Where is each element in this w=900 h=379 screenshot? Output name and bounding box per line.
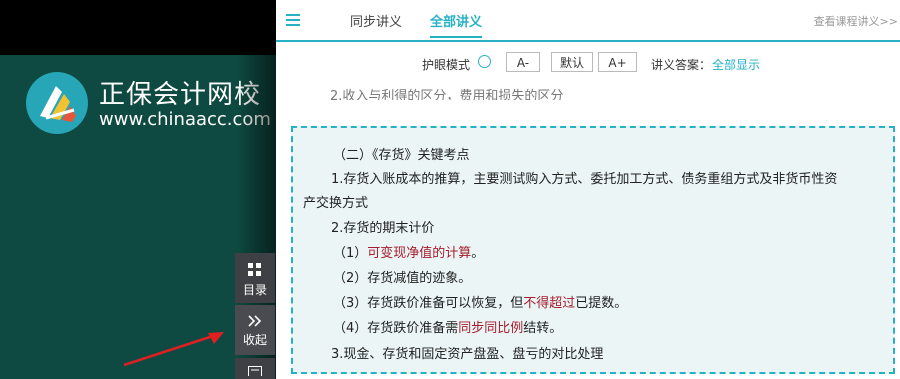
video-area: 正保会计网校 www.chinaacc.com 目录 收起: [0, 0, 276, 379]
red-arrow-annotation: [123, 332, 224, 367]
reading-toolbar: 护眼模式 A- 默认 A+ 讲义答案： 全部显示: [276, 51, 900, 75]
font-smaller-button[interactable]: A-: [506, 52, 540, 72]
panel-icon: [248, 366, 262, 376]
notes-item-1: 1.存货入账成本的推算，主要测试购入方式、委托加工方式、债务重组方式及非货币性资: [331, 172, 838, 187]
collapse-label: 收起: [242, 333, 267, 347]
toc-label: 目录: [242, 283, 267, 297]
emphasis-text: 同步同比例: [458, 321, 524, 336]
menu-icon[interactable]: [286, 14, 300, 26]
notes-sub-3: （3）存货跌价准备可以恢复，但不得超过已提数。: [333, 296, 628, 311]
lecture-notes-panel: 同步讲义 全部讲义 查看课程讲义>> 护眼模式 A- 默认 A+ 讲义答案： 全…: [276, 0, 900, 379]
answer-label: 讲义答案：: [651, 58, 712, 72]
tab-sync-notes[interactable]: 同步讲义: [350, 11, 402, 30]
notes-button[interactable]: [235, 358, 275, 379]
eye-mode-label: 护眼模式: [422, 58, 471, 72]
notes-item-2: 2.存货的期末计价: [331, 221, 435, 236]
eye-mode-toggle[interactable]: [478, 55, 491, 68]
partial-text: 2.收入与利得的区分，费用和损失的区分: [330, 89, 564, 100]
view-course-notes-link[interactable]: 查看课程讲义>>: [814, 13, 898, 29]
notes-sub-4: （4）存货跌价准备需同步同比例结转。: [333, 321, 563, 336]
notes-item-3: 3.现金、存货和固定资产盘盈、盘亏的对比处理: [331, 347, 604, 362]
brand-logo-icon: [26, 72, 88, 134]
notes-heading: （二）《存货》关键考点: [333, 148, 470, 163]
emphasis-text: 可变现净值的计算: [367, 246, 472, 261]
double-chevron-right-icon: [248, 315, 262, 327]
notes-sub-2: （2）存货减值的迹象。: [333, 271, 472, 286]
tab-all-notes[interactable]: 全部讲义: [430, 11, 483, 38]
notes-item-1-cont: 产交换方式: [303, 196, 369, 211]
video-top-bar: [0, 0, 276, 55]
grid-icon: [248, 263, 261, 276]
notes-sub-1: （1）可变现净值的计算。: [333, 246, 485, 261]
key-points-box: （二）《存货》关键考点 1.存货入账成本的推算，主要测试购入方式、委托加工方式、…: [291, 126, 895, 374]
show-all-answers-link[interactable]: 全部显示: [712, 56, 760, 73]
notes-header: 同步讲义 全部讲义 查看课程讲义>>: [276, 0, 900, 42]
collapse-button[interactable]: 收起: [235, 305, 275, 355]
font-larger-button[interactable]: A+: [598, 52, 637, 72]
font-default-button[interactable]: 默认: [551, 52, 593, 72]
emphasis-text: 不得超过: [523, 296, 576, 311]
partial-text-line: 2.收入与利得的区分，费用和损失的区分: [276, 84, 900, 100]
toc-button[interactable]: 目录: [235, 253, 275, 303]
